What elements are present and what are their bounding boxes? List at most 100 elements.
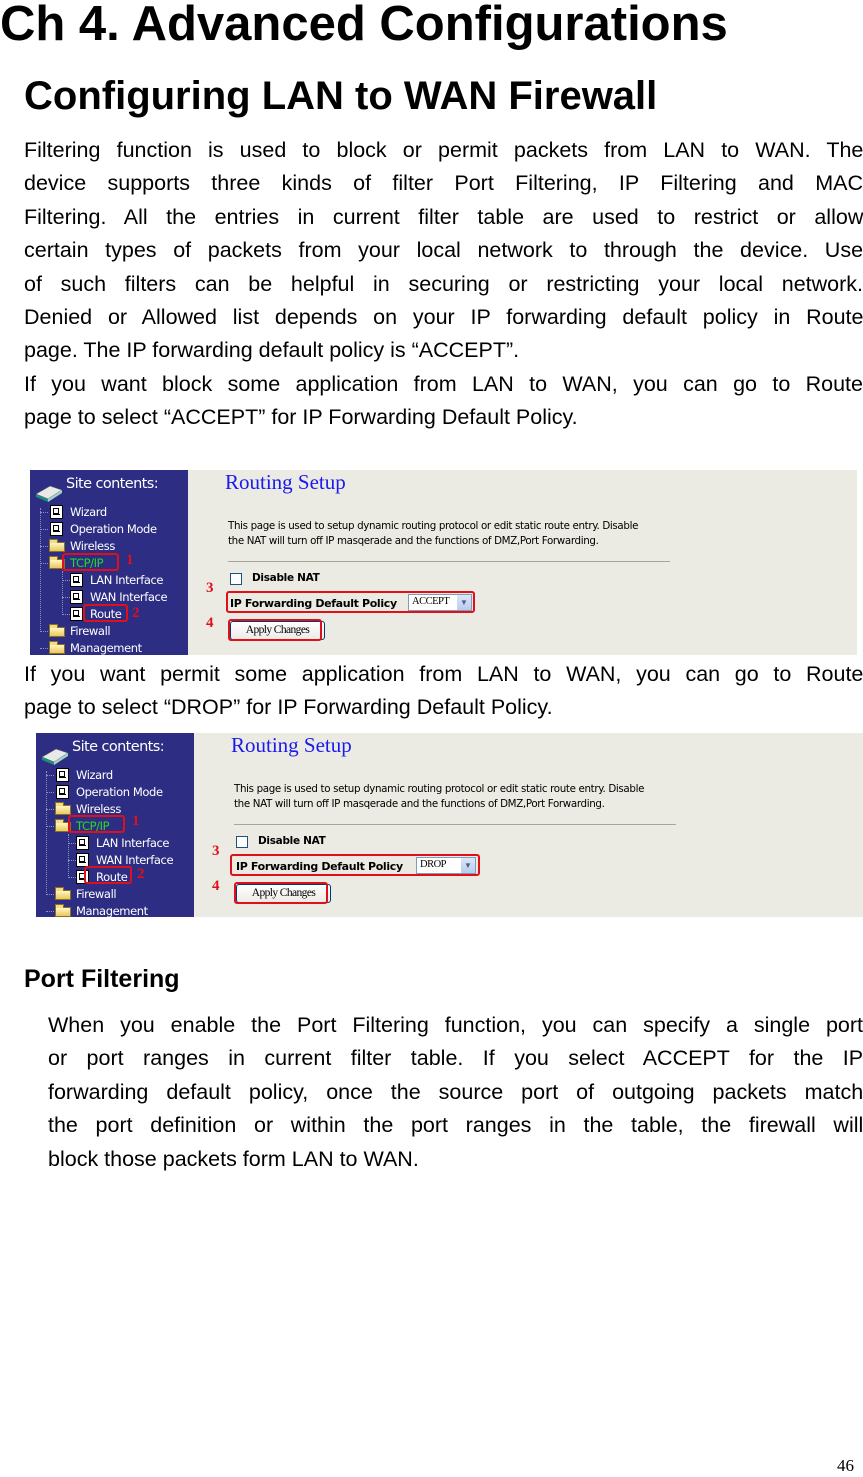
page-icon [76,836,89,850]
permit-paragraph: If you want permit some application from… [24,658,863,725]
routing-setup-description: This page is used to setup dynamic routi… [234,782,644,812]
highlight-box-tcpip [68,815,125,833]
item-label: Wizard [76,768,113,782]
text-line: page to select “DROP” for IP Forwarding … [24,695,553,720]
tree-line [40,512,48,513]
router-screenshot-drop: Site contents: Wizard Operation Mode Wir… [36,733,863,917]
highlight-box-policy [230,854,480,876]
routing-setup-description: This page is used to setup dynamic routi… [228,519,638,549]
folder-icon [49,641,65,654]
text-line: Denied or Allowed list depends on your I… [24,305,863,330]
tree-line [40,508,41,632]
text-line: If you want permit some application from… [24,662,863,686]
disable-nat-label: Disable NAT [258,835,326,847]
text-line: the port definition or within the port r… [48,1113,863,1138]
routing-setup-panel: Routing Setup This page is used to setup… [194,733,863,917]
folder-icon [49,624,65,637]
step-marker-1: 1 [132,813,140,829]
tree-line [46,826,54,827]
chapter-title: Ch 4. Advanced Configurations [0,0,728,51]
item-label: Firewall [76,887,117,901]
highlight-box-policy [226,591,475,613]
item-label: LAN Interface [90,573,164,587]
text-line: page to select “ACCEPT” for IP Forwardin… [24,405,578,430]
page-icon [50,522,63,536]
text-line: certain types of packets from your local… [24,238,863,263]
router-screenshot-accept: Site contents: Wizard Operation Mode Wir… [30,470,857,655]
tree-line [40,529,48,530]
step-marker-4: 4 [212,878,220,894]
tree-line [62,580,70,581]
item-label: LAN Interface [96,836,170,850]
item-label: Operation Mode [70,522,157,536]
port-filtering-paragraph: When you enable the Port Filtering funct… [48,1009,863,1176]
step-marker-3: 3 [212,843,220,859]
folder-icon [55,802,71,815]
highlight-box-apply [228,619,322,641]
folder-icon [55,904,71,917]
item-label: Operation Mode [76,785,163,799]
tree-line [46,911,54,912]
tree-line [46,792,54,793]
item-label: Management [70,641,142,655]
page-number: 46 [837,1456,854,1475]
text-line: Filtering function is used to block or p… [24,138,863,162]
divider [234,824,676,825]
section-title: Configuring LAN to WAN Firewall [24,74,658,118]
folder-icon [49,539,65,552]
page-icon [50,505,63,519]
tree-line [40,631,48,632]
tree-line [68,834,69,878]
site-contents-header: Site contents: [66,476,159,492]
tree-line [40,648,48,649]
disable-nat-checkbox[interactable] [236,836,248,848]
tree-line [68,843,76,844]
site-contents-sidebar: Site contents: Wizard Operation Mode Wir… [30,470,188,655]
page-icon [70,590,83,604]
desc-line: This page is used to setup dynamic routi… [234,783,645,795]
tree-line [40,546,48,547]
desc-line: This page is used to setup dynamic routi… [228,520,639,532]
tree-line [46,809,54,810]
divider [228,561,670,562]
disable-nat-checkbox[interactable] [230,573,242,585]
page-icon [70,573,83,587]
desc-line: the NAT will turn off IP masqerade and t… [234,798,605,810]
tree-line [62,597,70,598]
folder-icon [55,887,71,900]
tree-line [46,775,54,776]
text-line: block those packets form LAN to WAN. [48,1146,419,1171]
routing-setup-title: Routing Setup [225,470,346,494]
routing-setup-title: Routing Setup [231,733,352,757]
text-line: of such filters can be helpful in securi… [24,271,863,296]
text-line: page. The IP forwarding default policy i… [24,338,520,363]
tree-line [62,571,63,615]
tree-line [46,771,47,895]
step-marker-2: 2 [132,605,140,621]
page-icon [56,768,69,782]
tree-line [40,563,48,564]
page-icon [76,853,89,867]
item-label: Wizard [70,505,107,519]
text-line: If you want block some application from … [24,371,863,396]
tree-line [62,614,70,615]
page-icon [70,607,83,621]
intro-paragraph: Filtering function is used to block or p… [24,134,863,435]
step-marker-4: 4 [206,615,214,631]
site-contents-sidebar: Site contents: Wizard Operation Mode Wir… [36,733,194,917]
disk-drive-icon [41,748,69,765]
desc-line: the NAT will turn off IP masqerade and t… [228,535,599,547]
tree-line [46,894,54,895]
item-label: WAN Interface [90,590,168,604]
step-marker-3: 3 [206,580,214,596]
page-icon [56,785,69,799]
disable-nat-label: Disable NAT [252,572,320,584]
step-marker-1: 1 [126,552,134,568]
text-line: device supports three kinds of filter Po… [24,171,863,196]
text-line: Filtering. All the entries in current fi… [24,204,863,229]
routing-setup-panel: Routing Setup This page is used to setup… [188,470,857,655]
highlight-box-route [84,866,132,884]
item-label: Management [76,904,148,917]
port-filtering-heading: Port Filtering [24,965,180,993]
disk-drive-icon [35,485,63,502]
